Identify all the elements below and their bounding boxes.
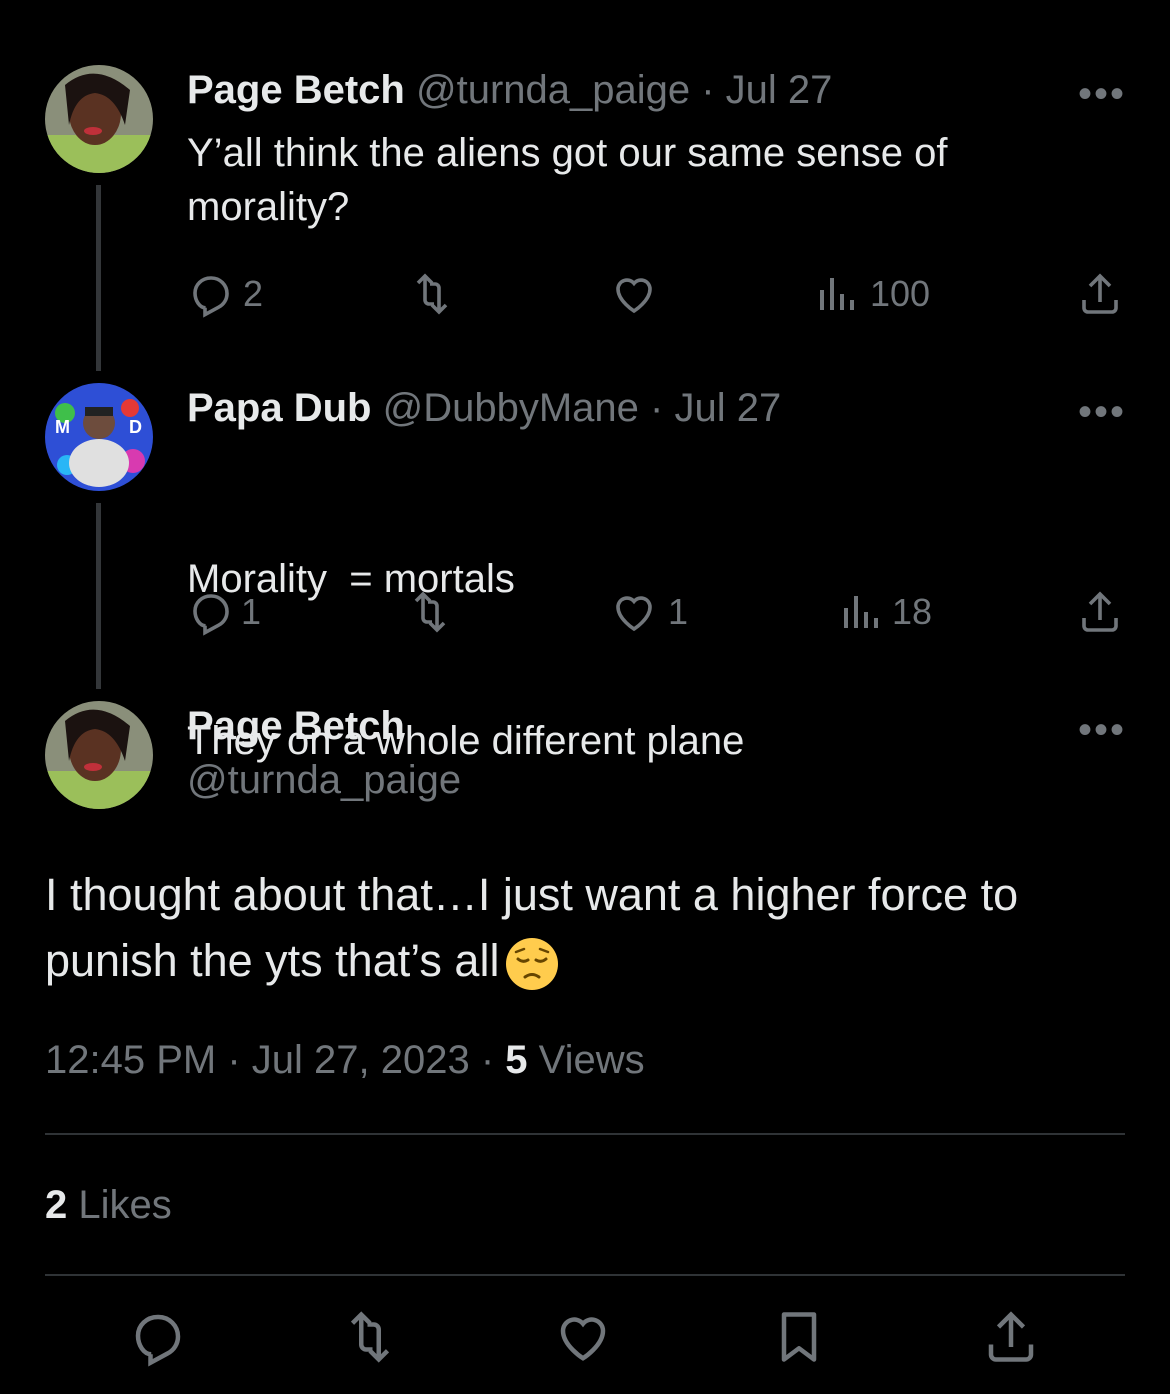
author-name[interactable]: Papa Dub bbox=[187, 386, 371, 430]
share-icon bbox=[988, 1311, 1034, 1362]
tweet-text: Y’all think the aliens got our same sens… bbox=[187, 126, 1087, 234]
share-icon bbox=[1082, 273, 1118, 314]
tweet-meta: 12:45 PM · Jul 27, 2023 · 5 Views bbox=[45, 1038, 645, 1083]
like-count: 1 bbox=[668, 591, 689, 632]
more-options-icon[interactable]: ••• bbox=[1078, 72, 1126, 117]
svg-text:M: M bbox=[55, 417, 70, 437]
avatar-page-betch[interactable] bbox=[45, 701, 153, 809]
author-handle[interactable]: @turnda_paige bbox=[416, 68, 690, 112]
heart-icon bbox=[560, 1317, 606, 1361]
reply-count: 1 bbox=[241, 591, 262, 632]
more-options-icon[interactable]: ••• bbox=[1078, 708, 1126, 753]
tweet-text-line: punish the yts that’s all bbox=[45, 928, 1125, 994]
retweet-button[interactable] bbox=[340, 1307, 400, 1372]
share-button[interactable] bbox=[1076, 588, 1124, 636]
reply-button[interactable]: 1 bbox=[187, 588, 261, 636]
likes-summary[interactable]: 2 Likes bbox=[45, 1183, 172, 1228]
views-count: 5 bbox=[505, 1038, 528, 1082]
tweet-header: Page Betch @turnda_paige · Jul 27 bbox=[187, 68, 832, 113]
pensive-face-icon bbox=[506, 938, 559, 991]
tweet-text-line: morality? bbox=[187, 185, 350, 229]
views-count: 100 bbox=[870, 273, 931, 314]
divider bbox=[45, 1274, 1125, 1276]
divider bbox=[45, 1133, 1125, 1135]
author-name[interactable]: Page Betch bbox=[187, 68, 405, 112]
bookmark-icon bbox=[781, 1312, 817, 1362]
like-button[interactable] bbox=[610, 270, 658, 318]
reply-icon bbox=[135, 1314, 181, 1367]
retweet-button[interactable] bbox=[406, 588, 454, 636]
like-button[interactable]: 1 bbox=[610, 588, 688, 636]
thread-line bbox=[96, 185, 101, 371]
avatar-page-betch[interactable] bbox=[45, 65, 153, 173]
reply-count: 2 bbox=[243, 273, 264, 314]
views-count: 18 bbox=[892, 591, 933, 632]
views-icon bbox=[844, 596, 878, 628]
likes-label: Likes bbox=[67, 1183, 172, 1227]
tweet-timestamp[interactable]: 12:45 PM · Jul 27, 2023 · bbox=[45, 1038, 505, 1082]
views-button[interactable]: 18 bbox=[836, 588, 932, 636]
share-button[interactable] bbox=[1076, 270, 1124, 318]
tweet-text-line: I thought about that…I just want a highe… bbox=[45, 869, 1019, 920]
svg-text:D: D bbox=[129, 417, 142, 437]
heart-icon bbox=[616, 278, 652, 314]
author-handle[interactable]: @DubbyMane bbox=[383, 386, 639, 430]
views-button[interactable]: 100 bbox=[812, 270, 930, 318]
tweet-date[interactable]: · Jul 27 bbox=[701, 68, 832, 112]
retweet-icon bbox=[414, 591, 446, 633]
views-icon bbox=[820, 278, 854, 310]
tweet-text-line: Y’all think the aliens got our same sens… bbox=[187, 131, 948, 175]
main-tweet-text: I thought about that…I just want a highe… bbox=[45, 862, 1125, 994]
retweet-icon bbox=[350, 1311, 390, 1363]
reply-button[interactable] bbox=[128, 1307, 188, 1372]
tweet-date[interactable]: · Jul 27 bbox=[650, 386, 781, 430]
main-author-name[interactable]: Page Betch bbox=[187, 704, 405, 749]
retweet-icon bbox=[416, 273, 448, 315]
retweet-button[interactable] bbox=[408, 270, 456, 318]
more-options-icon[interactable]: ••• bbox=[1078, 390, 1126, 435]
views-label: Views bbox=[527, 1038, 645, 1082]
heart-icon bbox=[616, 596, 652, 632]
like-button[interactable] bbox=[553, 1307, 613, 1372]
share-icon bbox=[1082, 591, 1118, 632]
main-author-handle[interactable]: @turnda_paige bbox=[187, 758, 461, 803]
likes-count: 2 bbox=[45, 1183, 68, 1227]
bookmark-button[interactable] bbox=[769, 1307, 829, 1372]
tweet-text-span: punish the yts that’s all bbox=[45, 935, 500, 986]
tweet-header: Papa Dub @DubbyMane · Jul 27 bbox=[187, 386, 781, 431]
share-button[interactable] bbox=[981, 1307, 1041, 1372]
avatar-papa-dub[interactable]: M D bbox=[45, 383, 153, 491]
reply-button[interactable]: 2 bbox=[187, 270, 263, 318]
reply-icon bbox=[193, 276, 229, 318]
thread-line bbox=[96, 503, 101, 689]
reply-icon bbox=[193, 594, 229, 636]
